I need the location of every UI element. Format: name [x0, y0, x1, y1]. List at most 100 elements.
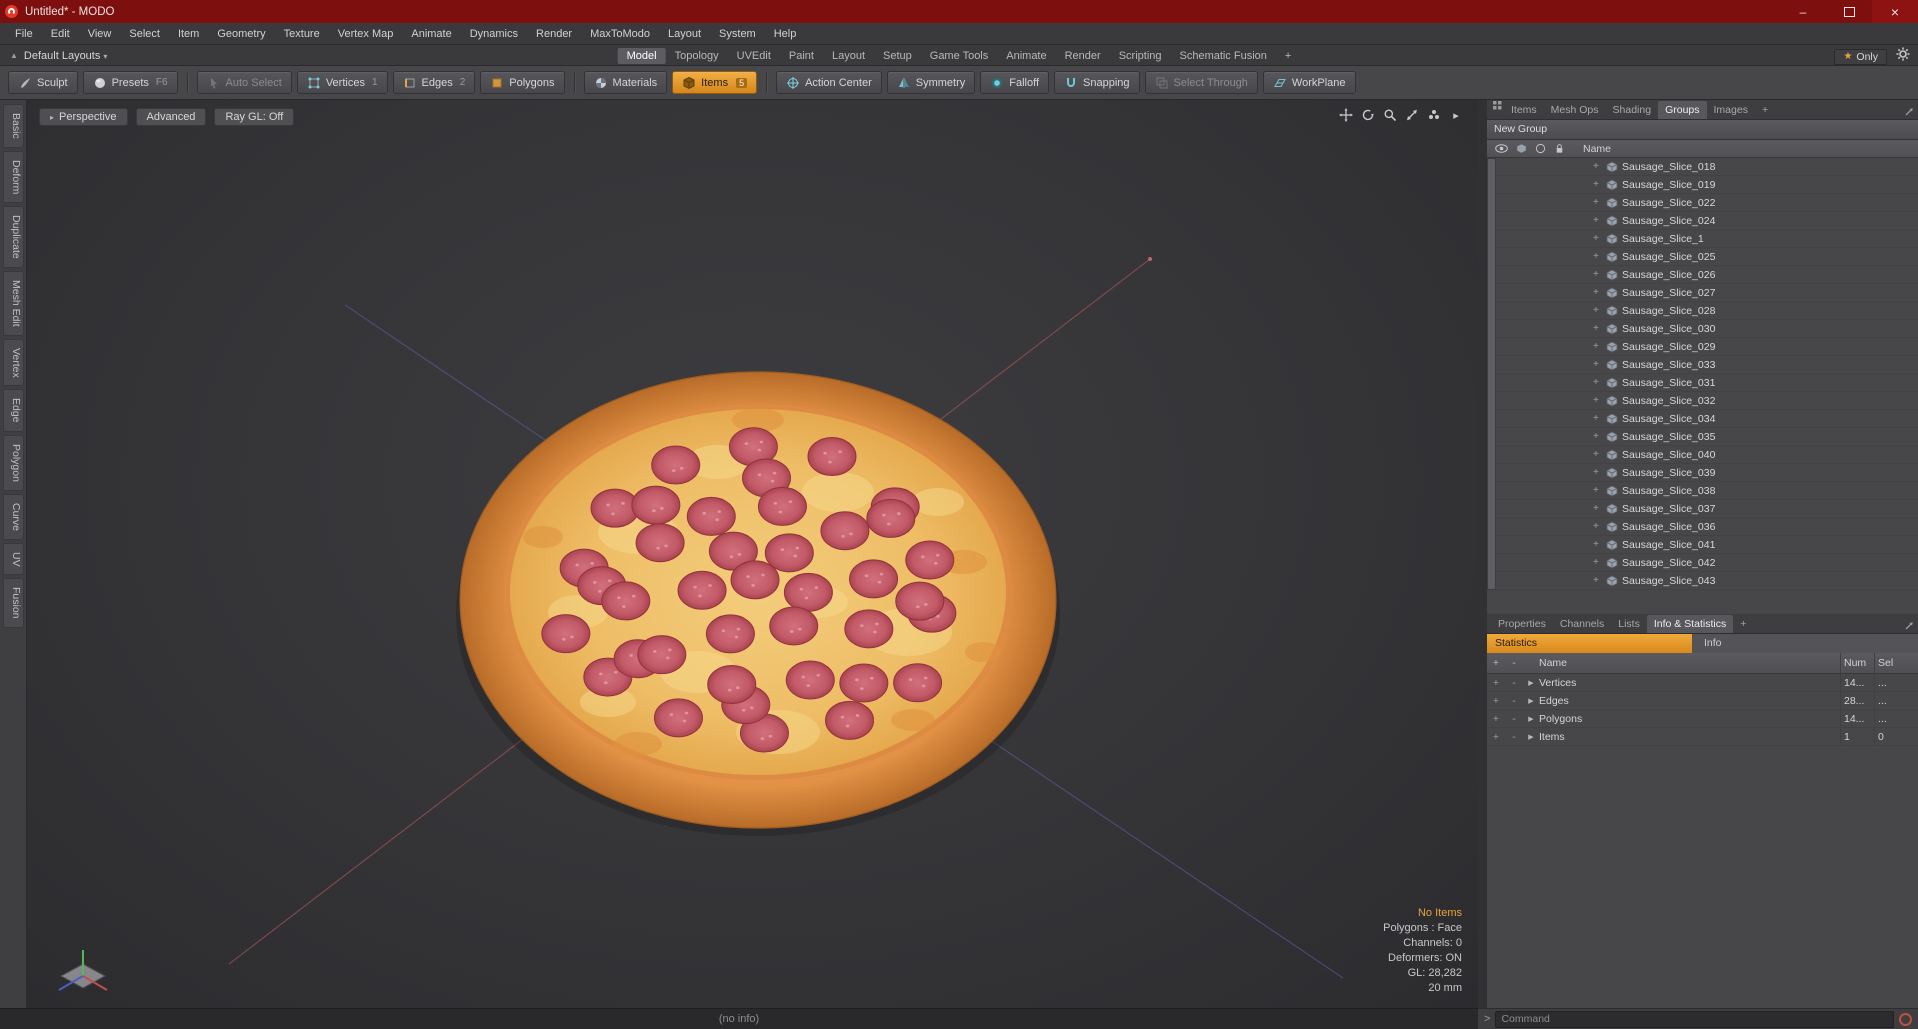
item-filter-icon[interactable]: [1516, 143, 1527, 154]
group-list-item[interactable]: + Sausage_Slice_032: [1496, 392, 1918, 410]
expand-item-toggle[interactable]: +: [1593, 359, 1606, 370]
menu-item[interactable]: System: [710, 28, 765, 40]
maximize-button[interactable]: [1826, 0, 1872, 23]
rotate-icon[interactable]: [1360, 107, 1376, 123]
row-expand-button[interactable]: +: [1487, 713, 1505, 725]
expand-item-toggle[interactable]: +: [1593, 395, 1606, 406]
maximize-viewport-icon[interactable]: [1404, 107, 1420, 123]
only-button[interactable]: ★ Only: [1834, 48, 1887, 65]
row-collapse-button[interactable]: -: [1505, 677, 1523, 689]
group-list-item[interactable]: + Sausage_Slice_026: [1496, 266, 1918, 284]
render-filter-icon[interactable]: [1535, 143, 1546, 154]
menu-item[interactable]: View: [79, 28, 121, 40]
statistics-row[interactable]: + - ▶ Polygons 14... ...: [1487, 710, 1918, 728]
workplane-button[interactable]: WorkPlane: [1262, 71, 1356, 94]
menu-item[interactable]: Dynamics: [461, 28, 527, 40]
group-list-item[interactable]: + Sausage_Slice_043: [1496, 572, 1918, 590]
layout-preset-dropdown[interactable]: Default Layouts ▾: [24, 50, 107, 62]
expand-item-toggle[interactable]: +: [1593, 179, 1606, 190]
tab-mesh-ops[interactable]: Mesh Ops: [1544, 101, 1606, 119]
group-list-item[interactable]: + Sausage_Slice_038: [1496, 482, 1918, 500]
minimize-button[interactable]: –: [1780, 0, 1826, 23]
group-list-item[interactable]: + Sausage_Slice_033: [1496, 356, 1918, 374]
group-list-item[interactable]: + Sausage_Slice_1: [1496, 230, 1918, 248]
tab-paint[interactable]: Paint: [780, 48, 823, 64]
tab-channels[interactable]: Channels: [1553, 615, 1611, 633]
expand-all-button[interactable]: +: [1487, 657, 1505, 669]
perspective-button[interactable]: ▸ Perspective: [39, 108, 128, 126]
tool-category-tab[interactable]: Fusion: [3, 578, 24, 628]
gear-icon[interactable]: [1896, 47, 1910, 66]
tool-category-tab[interactable]: Duplicate: [3, 206, 24, 268]
menu-item[interactable]: Layout: [659, 28, 710, 40]
tab-info-statistics[interactable]: Info & Statistics: [1646, 615, 1734, 633]
tab-items[interactable]: Items: [1504, 101, 1544, 119]
group-list-item[interactable]: + Sausage_Slice_040: [1496, 446, 1918, 464]
tool-category-tab[interactable]: Curve: [3, 493, 24, 540]
raygl-button[interactable]: Ray GL: Off: [214, 108, 295, 126]
expand-panel-icon[interactable]: [1904, 104, 1914, 122]
group-list-item[interactable]: + Sausage_Slice_035: [1496, 428, 1918, 446]
menu-item[interactable]: Geometry: [208, 28, 274, 40]
group-list-item[interactable]: + Sausage_Slice_039: [1496, 464, 1918, 482]
expand-item-toggle[interactable]: +: [1593, 377, 1606, 388]
tab-game-tools[interactable]: Game Tools: [921, 48, 998, 64]
expand-item-toggle[interactable]: +: [1593, 485, 1606, 496]
new-group-button[interactable]: New Group: [1487, 120, 1918, 140]
items-mode-button[interactable]: Items 5: [672, 71, 758, 94]
menu-item[interactable]: File: [6, 28, 42, 40]
expand-item-toggle[interactable]: +: [1593, 323, 1606, 334]
group-list-item[interactable]: + Sausage_Slice_029: [1496, 338, 1918, 356]
panel-splitter[interactable]: [1478, 100, 1487, 1008]
add-panel-tab-button[interactable]: +: [1755, 101, 1775, 119]
expand-item-toggle[interactable]: +: [1593, 233, 1606, 244]
group-list-item[interactable]: + Sausage_Slice_027: [1496, 284, 1918, 302]
row-expand-button[interactable]: +: [1487, 695, 1505, 707]
expand-item-toggle[interactable]: +: [1593, 575, 1606, 586]
command-input[interactable]: [1495, 1010, 1894, 1028]
advanced-button[interactable]: Advanced: [135, 108, 207, 126]
group-list-item[interactable]: + Sausage_Slice_034: [1496, 410, 1918, 428]
group-list-item[interactable]: + Sausage_Slice_030: [1496, 320, 1918, 338]
pin-up-icon[interactable]: ▲: [10, 51, 18, 60]
row-expand-button[interactable]: +: [1487, 731, 1505, 743]
tab-scripting[interactable]: Scripting: [1110, 48, 1171, 64]
row-arrow-icon[interactable]: ▶: [1523, 697, 1539, 705]
falloff-button[interactable]: Falloff: [980, 71, 1050, 94]
menu-item[interactable]: Select: [120, 28, 169, 40]
menu-item[interactable]: Help: [765, 28, 806, 40]
row-arrow-icon[interactable]: ▶: [1523, 715, 1539, 723]
tool-category-tab[interactable]: Edge: [3, 389, 24, 432]
tab-uvedit[interactable]: UVEdit: [728, 48, 780, 64]
tab-setup[interactable]: Setup: [874, 48, 921, 64]
auto-select-button[interactable]: Auto Select: [196, 71, 292, 94]
statistics-row[interactable]: + - ▶ Edges 28... ...: [1487, 692, 1918, 710]
menu-item[interactable]: Render: [527, 28, 581, 40]
tab-topology[interactable]: Topology: [666, 48, 728, 64]
viewport-menu-icon[interactable]: ▸: [1448, 107, 1464, 123]
tool-category-tab[interactable]: Polygon: [3, 434, 24, 491]
tab-render[interactable]: Render: [1056, 48, 1110, 64]
group-list-item[interactable]: + Sausage_Slice_024: [1496, 212, 1918, 230]
tab-properties[interactable]: Properties: [1491, 615, 1553, 633]
zoom-icon[interactable]: [1382, 107, 1398, 123]
expand-item-toggle[interactable]: +: [1593, 287, 1606, 298]
tab-schematic-fusion[interactable]: Schematic Fusion: [1170, 48, 1275, 64]
presets-button[interactable]: Presets F6: [82, 71, 178, 94]
expand-item-toggle[interactable]: +: [1593, 503, 1606, 514]
tab-animate[interactable]: Animate: [997, 48, 1055, 64]
collapse-all-button[interactable]: -: [1505, 657, 1523, 669]
row-collapse-button[interactable]: -: [1505, 731, 1523, 743]
expand-item-toggle[interactable]: +: [1593, 521, 1606, 532]
expand-item-toggle[interactable]: +: [1593, 269, 1606, 280]
group-list-item[interactable]: + Sausage_Slice_036: [1496, 518, 1918, 536]
statistics-row[interactable]: + - ▶ Vertices 14... ...: [1487, 674, 1918, 692]
subtab-statistics[interactable]: Statistics: [1487, 634, 1692, 653]
row-arrow-icon[interactable]: ▶: [1523, 733, 1539, 741]
group-list-item[interactable]: + Sausage_Slice_025: [1496, 248, 1918, 266]
expand-panel-icon[interactable]: [1904, 618, 1914, 636]
row-collapse-button[interactable]: -: [1505, 713, 1523, 725]
group-list-item[interactable]: + Sausage_Slice_019: [1496, 176, 1918, 194]
tool-category-tab[interactable]: Vertex: [3, 338, 24, 387]
action-center-button[interactable]: Action Center: [776, 71, 882, 94]
